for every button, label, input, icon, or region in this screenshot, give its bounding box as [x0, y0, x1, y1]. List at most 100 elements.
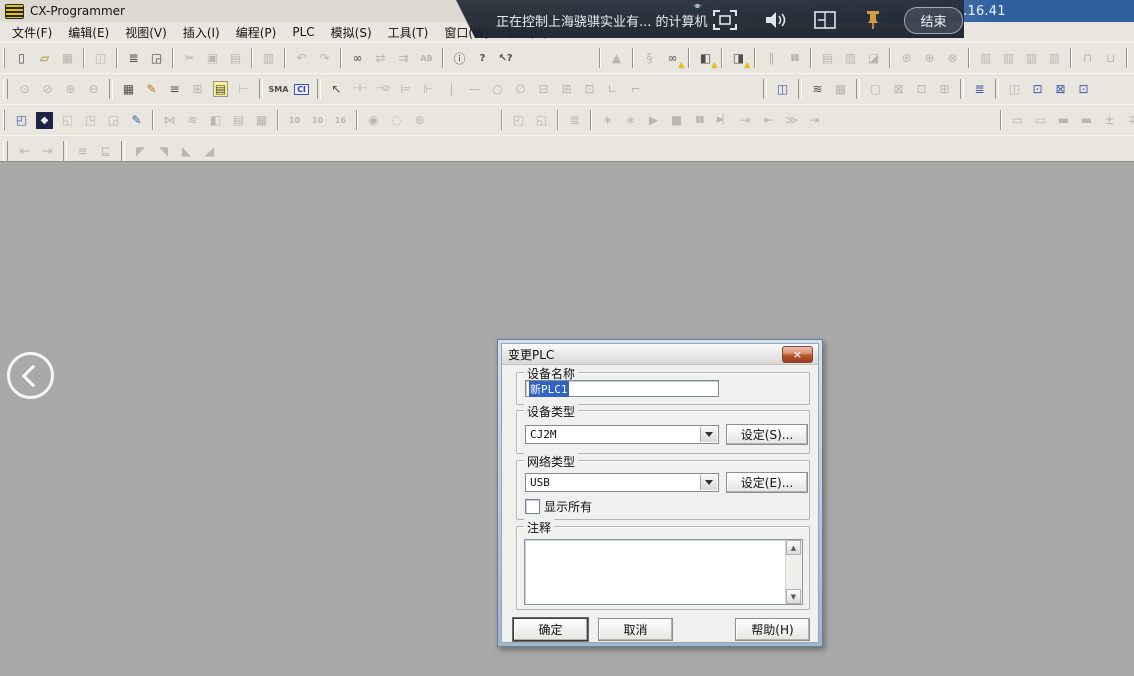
network-settings-button[interactable]: 设定(E)...: [726, 472, 808, 493]
toolbar-symbol-list-button[interactable]: ≣: [969, 79, 990, 100]
pin-button[interactable]: [858, 7, 886, 32]
sim-continuous-step-icon: ≫: [785, 113, 798, 127]
set-value-3-icon: ⊡: [916, 82, 926, 96]
toolbar-help-button[interactable]: ?: [472, 48, 493, 69]
toolbar-sim-step-in-button: ⇥: [735, 110, 756, 131]
mnemonic-view-icon: ▦: [256, 113, 267, 127]
toolbar-open-project-button[interactable]: ▱: [34, 48, 55, 69]
comment-textarea[interactable]: ▲ ▼: [524, 539, 803, 605]
toolbar-grid-toggle-button[interactable]: ▦: [118, 79, 139, 100]
comment-group: 注释 ▲ ▼: [516, 526, 810, 610]
menu-item-file[interactable]: 文件(F): [4, 24, 60, 41]
toolbar-set-value-3-button: ⊡: [911, 79, 932, 100]
toolbar-layers-button[interactable]: ≋: [807, 79, 828, 100]
rung-wrap-icon: ⊞: [192, 82, 202, 96]
chevron-down-icon[interactable]: [700, 427, 717, 442]
menu-item-insert[interactable]: 插入(I): [175, 24, 228, 41]
chevron-down-icon[interactable]: [700, 475, 717, 490]
sound-button[interactable]: [762, 7, 790, 32]
dialog-title-bar[interactable]: 变更PLC ×: [502, 344, 818, 365]
comment-scrollbar[interactable]: ▲ ▼: [785, 540, 802, 604]
mnemonics-view-icon: SMA: [269, 85, 289, 94]
toolbar-online-network-button[interactable]: ◨▲: [728, 48, 749, 69]
toolbar-about-button[interactable]: ⓘ: [449, 48, 470, 69]
toolbar-find-text-button: AB: [416, 48, 437, 69]
symbol-list-icon: ≣: [974, 82, 984, 96]
toolbar-print-preview-button[interactable]: ◲: [146, 48, 167, 69]
show-all-checkbox[interactable]: [525, 499, 540, 514]
toolbar-toggle-project-window-button[interactable]: ◰: [11, 110, 32, 131]
toolbar-force-type-2-button: ∓: [1122, 110, 1134, 131]
toolbar-row-2: ⊙⊘⊕⊖▦✎≡⊞▤⊢SMACI↖⊣⊢⊣⊘⊨⊩|—○∅⊟⊞⊡∟⌐◫≋▦▢⊠⊡⊞≣◫…: [0, 73, 1134, 104]
toolbar-separator: [557, 110, 559, 130]
toolbar-address-tool-button[interactable]: ◆: [36, 112, 53, 129]
remote-status-text: 正在控制上海骁骐实业有... 的计算机: [496, 11, 708, 30]
toolbar-online-plc-button[interactable]: ◧▲: [695, 48, 716, 69]
coil-icon: ○: [492, 82, 502, 96]
toolbar-instruction-set-button: ⊟: [533, 79, 554, 100]
display-hex-icon: 16: [335, 116, 346, 125]
transfer-to-plc-icon: ▤: [822, 51, 833, 65]
toolbar-window-edit-button[interactable]: ⊡: [1027, 79, 1048, 100]
toolbar-window-check-button[interactable]: ⊡: [1073, 79, 1094, 100]
toolbar-pane-monitor-button[interactable]: ◫: [772, 79, 793, 100]
end-session-button[interactable]: 结束: [904, 7, 963, 34]
menu-item-plc[interactable]: PLC: [284, 25, 322, 39]
toolbar-watch-window-button: ▦: [830, 79, 851, 100]
toolbar-rung-highlight-button[interactable]: ▤: [210, 79, 231, 100]
toolbar-cut-button: ✂: [179, 48, 200, 69]
device-type-select[interactable]: CJ2M: [525, 425, 719, 444]
device-name-input[interactable]: 新PLC1: [525, 380, 719, 397]
sim-step-in-icon: ⇥: [740, 113, 750, 127]
cancel-button[interactable]: 取消: [598, 618, 673, 641]
toolbar-separator: [442, 48, 444, 68]
output-window-icon: ◱: [62, 113, 73, 127]
network-type-select[interactable]: USB: [525, 473, 719, 492]
force-off-icon: ◥: [159, 144, 168, 158]
ok-button[interactable]: 确定: [513, 618, 588, 641]
toolbar-separator: [277, 110, 279, 130]
dialog-close-button[interactable]: ×: [782, 346, 813, 363]
help-button[interactable]: 帮助(H): [735, 618, 810, 641]
contact-no-icon: ⊣⊢: [353, 84, 367, 94]
panel-collapse-button[interactable]: [7, 352, 54, 399]
fullscreen-button[interactable]: [711, 7, 739, 32]
window-edit-icon: ⊡: [1032, 82, 1042, 96]
scroll-down-button[interactable]: ▼: [786, 589, 801, 604]
split-screen-button[interactable]: [811, 7, 839, 32]
toolbar-print-button[interactable]: ≣: [123, 48, 144, 69]
toolbar-grip[interactable]: [3, 48, 5, 68]
drag-handle-icon[interactable]: -▪-: [693, 1, 701, 10]
menu-item-tools[interactable]: 工具(T): [380, 24, 437, 41]
sim-step-run-icon: ▶▏: [717, 115, 729, 125]
toolbar-io-bit-2-button: ▭: [1030, 110, 1051, 131]
menu-item-view[interactable]: 视图(V): [117, 24, 175, 41]
toolbar-edit-comment-button[interactable]: ✎: [141, 79, 162, 100]
toolbar-new-file-button[interactable]: ▯: [11, 48, 32, 69]
device-settings-button[interactable]: 设定(S)...: [726, 424, 808, 445]
toolbar-grip[interactable]: [3, 79, 8, 99]
set-value-4-icon: ⊞: [939, 82, 949, 96]
outdent-rung-icon: ⇥: [42, 144, 52, 158]
network-type-value: USB: [530, 476, 550, 489]
close-icon: ×: [793, 349, 802, 360]
toolbar-mnemonic-view-button: ▦: [251, 110, 272, 131]
toolbar-grip[interactable]: [3, 110, 5, 130]
toolbar-grip[interactable]: [3, 141, 8, 161]
toolbar-find-button[interactable]: ∞: [347, 48, 368, 69]
menu-item-simulation[interactable]: 模拟(S): [323, 24, 380, 41]
select-tool-icon: ↖: [331, 82, 341, 96]
toolbar-sim-stop-button: ■: [666, 110, 687, 131]
toolbar-select-tool-button[interactable]: ↖: [326, 79, 347, 100]
toolbar-context-help-button[interactable]: ↖?: [495, 48, 516, 69]
menu-item-program[interactable]: 编程(P): [228, 24, 285, 41]
toolbar-io-comment-view-button[interactable]: CI: [291, 79, 312, 100]
toolbar-mnemonics-view-button[interactable]: SMA: [268, 79, 289, 100]
menu-item-edit[interactable]: 编辑(E): [60, 24, 117, 41]
toolbar-window-close-button[interactable]: ⊠: [1050, 79, 1071, 100]
toolbar-monitor-find-button[interactable]: ∞▲: [662, 48, 683, 69]
toolbar-properties-button[interactable]: ✎: [126, 110, 147, 131]
scroll-up-button[interactable]: ▲: [786, 540, 801, 555]
toolbar-separator: [83, 48, 85, 68]
toolbar-rung-list-button[interactable]: ≡: [164, 79, 185, 100]
